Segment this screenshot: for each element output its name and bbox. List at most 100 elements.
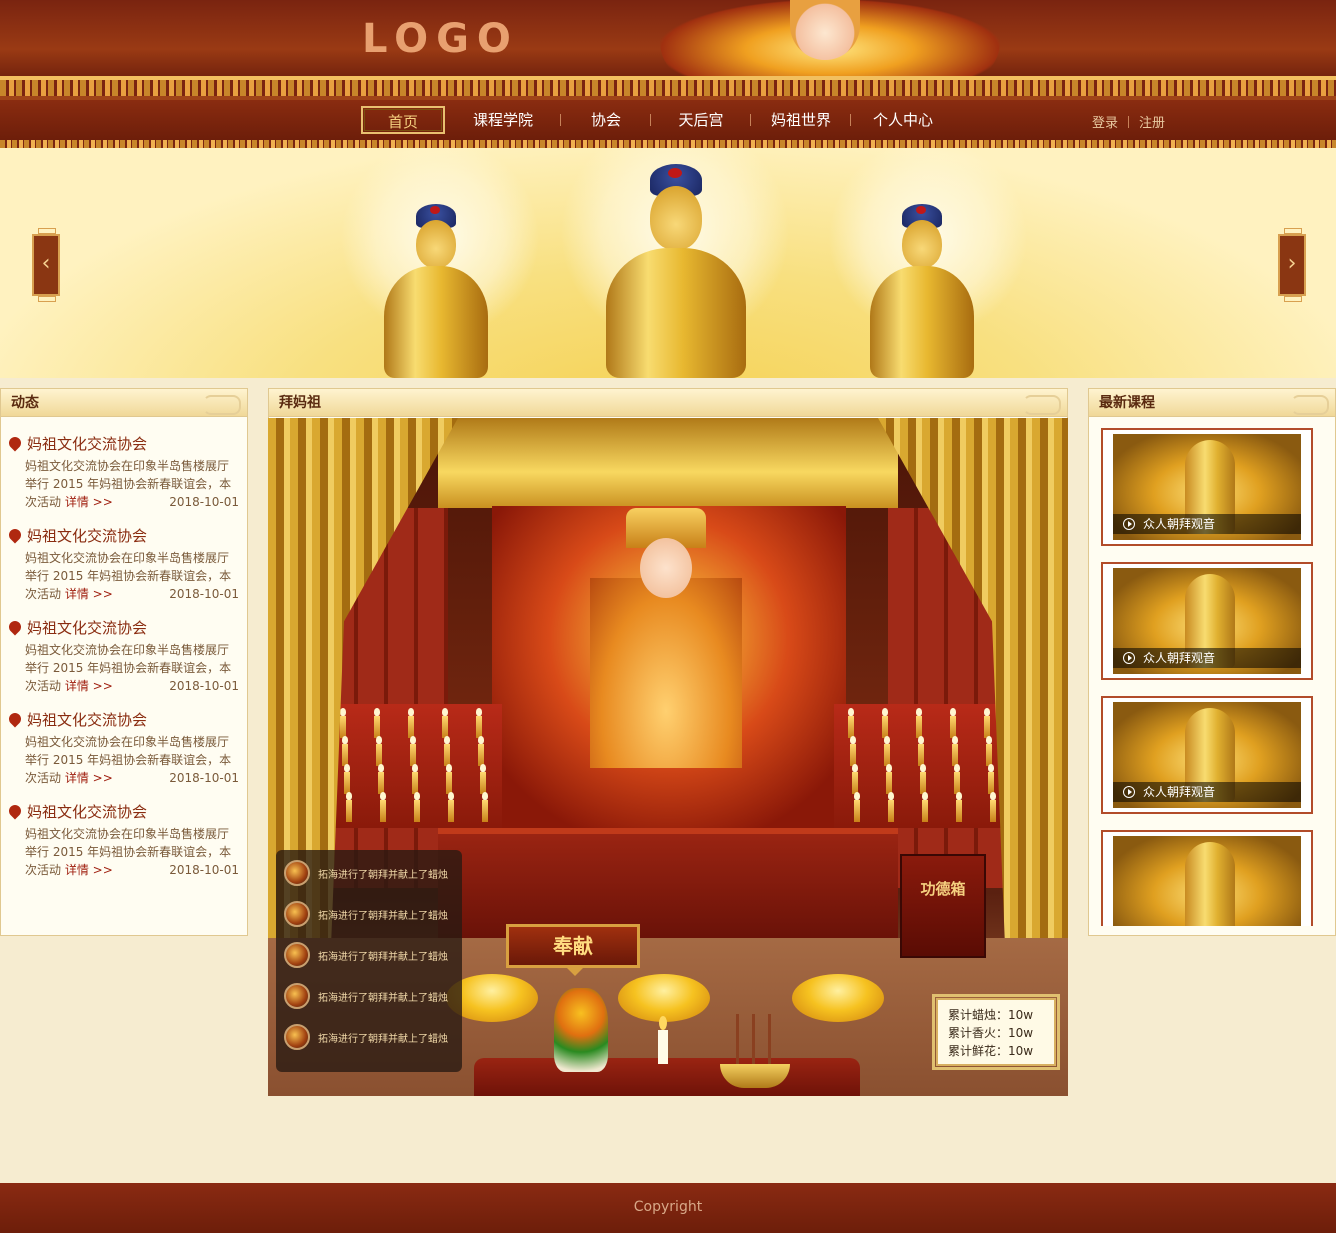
- chevron-left-icon: ‹: [41, 251, 51, 276]
- news-item-desc: 妈祖文化交流协会在印象半岛售楼展厅举行 2015 年妈祖协会新春联谊会，本次活动…: [25, 733, 239, 787]
- avatar: [284, 983, 310, 1009]
- offering-cushion[interactable]: [618, 974, 710, 1022]
- course-card[interactable]: 众人朝拜观音: [1101, 428, 1313, 546]
- mazu-face: [640, 538, 692, 598]
- candle-icon: [344, 764, 350, 794]
- nav-item-mazu-world[interactable]: 妈祖世界: [751, 106, 851, 134]
- pin-icon: [6, 526, 24, 544]
- mazu-statue: [590, 578, 742, 768]
- candle-offering-icon[interactable]: [658, 1016, 668, 1064]
- news-title-text[interactable]: 妈祖文化交流协会: [27, 525, 147, 546]
- candle-icon: [988, 764, 994, 794]
- candle-icon: [340, 708, 346, 738]
- candle-icon: [346, 792, 352, 822]
- activity-feed-item: 拓海进行了朝拜并献上了蜡烛: [284, 942, 448, 968]
- news-item[interactable]: 妈祖文化交流协会 妈祖文化交流协会在印象半岛售楼展厅举行 2015 年妈祖协会新春…: [6, 801, 239, 879]
- activity-feed: 拓海进行了朝拜并献上了蜡烛 拓海进行了朝拜并献上了蜡烛 拓海进行了朝拜并献上了蜡烛拓…: [276, 850, 462, 1072]
- news-date: 2018-10-01: [169, 863, 239, 877]
- merit-box[interactable]: [900, 854, 986, 958]
- nav-item-personal-center[interactable]: 个人中心: [851, 106, 955, 134]
- banner-prev-button[interactable]: ‹: [32, 228, 60, 302]
- news-panel-title: 动态: [1, 389, 247, 417]
- candle-icon: [410, 736, 416, 766]
- course-card[interactable]: 众人朝拜观音: [1101, 562, 1313, 680]
- candle-icon: [376, 736, 382, 766]
- candle-icon: [412, 764, 418, 794]
- course-card[interactable]: [1101, 830, 1313, 926]
- pin-icon: [6, 802, 24, 820]
- course-caption-text: 众人朝拜观音: [1143, 785, 1216, 799]
- candle-icon: [884, 736, 890, 766]
- candle-icon: [888, 792, 894, 822]
- offering-cushion[interactable]: [792, 974, 884, 1022]
- offer-button[interactable]: 奉献: [506, 924, 640, 976]
- courses-panel-title: 最新课程: [1089, 389, 1335, 417]
- news-title-text[interactable]: 妈祖文化交流协会: [27, 433, 147, 454]
- course-caption[interactable]: 众人朝拜观音: [1113, 648, 1301, 668]
- course-caption[interactable]: 众人朝拜观音: [1113, 782, 1301, 802]
- candle-icon: [954, 764, 960, 794]
- news-item[interactable]: 妈祖文化交流协会妈祖文化交流协会在印象半岛售楼展厅举行 2015 年妈祖协会新春…: [6, 525, 239, 603]
- nav-item-association[interactable]: 协会: [561, 106, 651, 134]
- buddha-statue: [866, 204, 978, 378]
- candle-icon: [916, 708, 922, 738]
- activity-feed-item: 拓海进行了朝拜并献上了蜡烛: [284, 983, 448, 1009]
- news-item-desc: 妈祖文化交流协会在印象半岛售楼展厅举行 2015 年妈祖协会新春联谊会，本次活动…: [25, 457, 239, 511]
- news-title-text[interactable]: 妈祖文化交流协会: [27, 801, 147, 822]
- news-title-text[interactable]: 妈祖文化交流协会: [27, 709, 147, 730]
- activity-text: 拓海进行了朝拜并献上了蜡烛: [318, 1033, 448, 1045]
- buddha-statue: [604, 164, 748, 378]
- news-more-link[interactable]: 详情 >>: [65, 863, 113, 877]
- site-logo[interactable]: LOGO: [362, 16, 519, 62]
- worship-panel-title: 拜妈祖: [269, 389, 1067, 417]
- candle-icon: [480, 764, 486, 794]
- banner-next-button[interactable]: ›: [1278, 228, 1306, 302]
- candle-icon: [442, 708, 448, 738]
- news-more-link[interactable]: 详情 >>: [65, 587, 113, 601]
- news-item-title[interactable]: 妈祖文化交流协会: [6, 617, 239, 638]
- worship-temple-scene: 功德箱 奉献 拓海进行了朝拜并献上了蜡烛 拓海进行了朝拜并献上了蜡烛 拓海进行了朝拜…: [268, 418, 1068, 1096]
- news-item-title[interactable]: 妈祖文化交流协会: [6, 433, 239, 454]
- avatar: [284, 901, 310, 927]
- candle-icon: [374, 708, 380, 738]
- nav-item-course-academy[interactable]: 课程学院: [445, 106, 561, 134]
- offering-stats: 累计蜡烛：10w 累计香火：10w 累计鲜花：10w: [932, 994, 1060, 1070]
- nav-item-tianhou-palace[interactable]: 天后宫: [651, 106, 751, 134]
- activity-text: 拓海进行了朝拜并献上了蜡烛: [318, 869, 448, 881]
- candle-icon: [990, 792, 996, 822]
- news-item-desc: 妈祖文化交流协会在印象半岛售楼展厅举行 2015 年妈祖协会新春联谊会，本次活动…: [25, 549, 239, 603]
- news-item-title[interactable]: 妈祖文化交流协会: [6, 709, 239, 730]
- news-item-title[interactable]: 妈祖文化交流协会: [6, 801, 239, 822]
- news-date: 2018-10-01: [169, 771, 239, 785]
- activity-text: 拓海进行了朝拜并献上了蜡烛: [318, 910, 448, 922]
- candle-icon: [950, 708, 956, 738]
- login-link[interactable]: 登录: [1092, 112, 1118, 131]
- temple-ceiling: [438, 418, 898, 508]
- news-item[interactable]: 妈祖文化交流协会妈祖文化交流协会在印象半岛售楼展厅举行 2015 年妈祖协会新春…: [6, 433, 239, 511]
- buddha-statue: [380, 204, 492, 378]
- news-item[interactable]: 妈祖文化交流协会妈祖文化交流协会在印象半岛售楼展厅举行 2015 年妈祖协会新春…: [6, 709, 239, 787]
- main-nav: 首页 课程学院 协会 天后宫 妈祖世界 个人中心 登录 注册: [0, 100, 1336, 140]
- course-list: 众人朝拜观音 众人朝拜观音 众人朝拜观音: [1089, 418, 1335, 926]
- nav-item-home[interactable]: 首页: [361, 106, 445, 134]
- flower-offering-icon[interactable]: [554, 988, 608, 1072]
- hero-banner: [0, 148, 1336, 378]
- candle-icon: [482, 792, 488, 822]
- candle-icon: [956, 792, 962, 822]
- news-more-link[interactable]: 详情 >>: [65, 771, 113, 785]
- candle-icon: [918, 736, 924, 766]
- register-link[interactable]: 注册: [1139, 112, 1165, 131]
- news-more-link[interactable]: 详情 >>: [65, 679, 113, 693]
- candle-icon: [378, 764, 384, 794]
- course-caption[interactable]: 众人朝拜观音: [1113, 514, 1301, 534]
- news-title-text[interactable]: 妈祖文化交流协会: [27, 617, 147, 638]
- avatar: [284, 860, 310, 886]
- courses-panel: 最新课程 众人朝拜观音 众人朝拜观音 众人朝拜观音: [1088, 388, 1336, 936]
- course-card[interactable]: 众人朝拜观音: [1101, 696, 1313, 814]
- activity-text: 拓海进行了朝拜并献上了蜡烛: [318, 951, 448, 963]
- news-item-title[interactable]: 妈祖文化交流协会: [6, 525, 239, 546]
- news-item[interactable]: 妈祖文化交流协会 妈祖文化交流协会在印象半岛售楼展厅举行 2015 年妈祖协会新春…: [6, 617, 239, 695]
- news-more-link[interactable]: 详情 >>: [65, 495, 113, 509]
- auth-links: 登录 注册: [1092, 112, 1165, 131]
- course-caption-text: 众人朝拜观音: [1143, 517, 1216, 531]
